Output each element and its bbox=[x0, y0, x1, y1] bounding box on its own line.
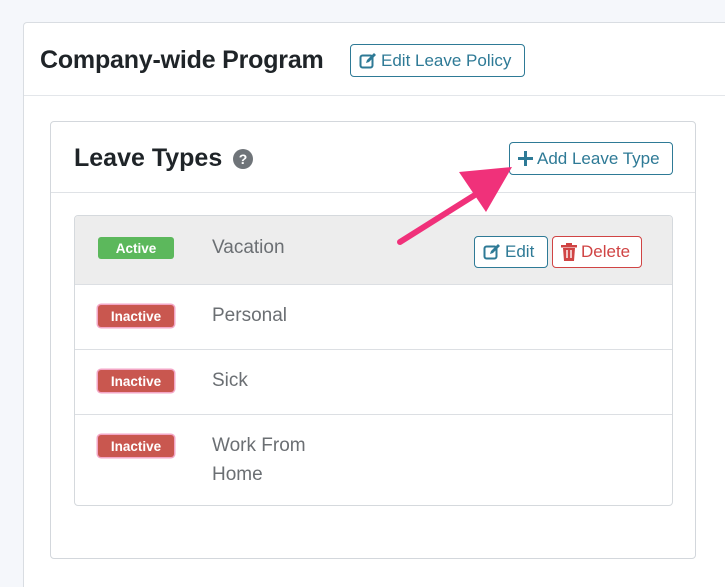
program-header: Company-wide Program Edit Leave Policy bbox=[24, 23, 725, 96]
list-item[interactable]: Inactive Work From Home bbox=[75, 414, 672, 505]
edit-label: Edit bbox=[505, 242, 535, 261]
status-badge: Active bbox=[98, 237, 174, 259]
leave-types-header: Leave Types ? Add Leave Type bbox=[51, 122, 695, 193]
status-badge: Inactive bbox=[98, 435, 174, 457]
status-badge: Inactive bbox=[98, 305, 174, 327]
list-item[interactable]: Inactive Personal bbox=[75, 284, 672, 350]
edit-leave-policy-button[interactable]: Edit Leave Policy bbox=[350, 44, 525, 77]
edit-button[interactable]: Edit bbox=[474, 236, 548, 268]
edit-leave-policy-label: Edit Leave Policy bbox=[381, 50, 512, 70]
program-panel: Company-wide Program Edit Leave Policy L… bbox=[23, 22, 725, 587]
leave-type-name: Personal bbox=[212, 305, 287, 326]
delete-label: Delete bbox=[581, 242, 631, 261]
list-item[interactable]: Inactive Sick bbox=[75, 349, 672, 415]
trash-icon bbox=[561, 243, 577, 261]
leave-types-card: Leave Types ? Add Leave Type Active Vaca… bbox=[50, 121, 696, 559]
page-title: Company-wide Program bbox=[40, 46, 324, 74]
leave-types-list: Active Vacation Edit Delete Inactive Per… bbox=[74, 215, 673, 506]
pencil-square-icon bbox=[483, 243, 501, 261]
leave-type-name: Work From Home bbox=[212, 435, 306, 485]
question-circle-icon[interactable]: ? bbox=[233, 149, 253, 169]
status-badge: Inactive bbox=[98, 370, 174, 392]
leave-type-name: Sick bbox=[212, 370, 248, 391]
pencil-square-icon bbox=[359, 52, 377, 70]
delete-button[interactable]: Delete bbox=[552, 236, 642, 268]
leave-type-name: Vacation bbox=[212, 237, 285, 258]
add-leave-type-button[interactable]: Add Leave Type bbox=[509, 142, 673, 175]
section-title: Leave Types bbox=[74, 144, 223, 172]
plus-icon bbox=[518, 151, 533, 166]
list-item[interactable]: Active Vacation Edit Delete bbox=[75, 216, 672, 285]
add-leave-type-label: Add Leave Type bbox=[537, 148, 660, 168]
